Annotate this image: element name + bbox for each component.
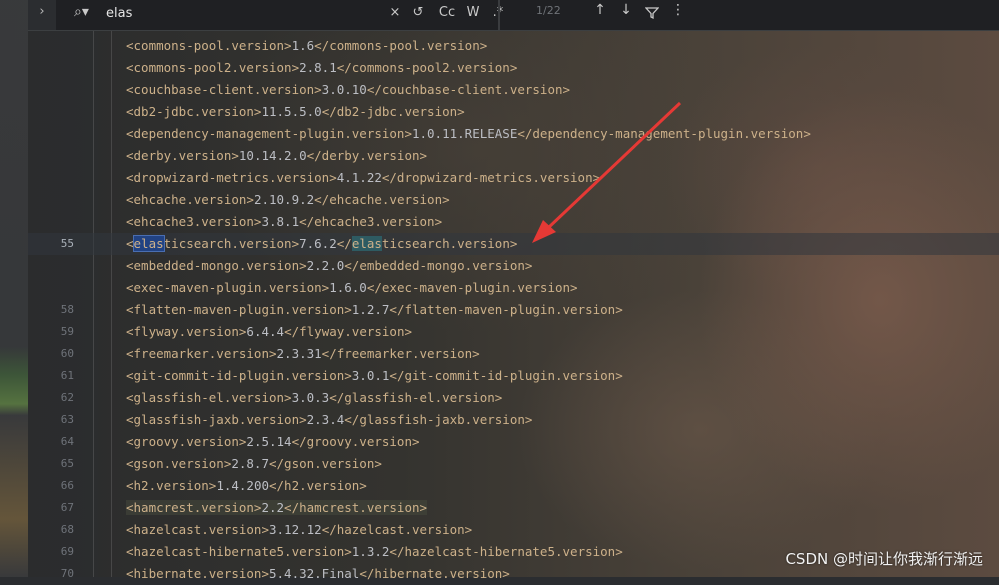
annotation-arrow-icon	[532, 101, 682, 243]
watermark: CSDN @时间让你我渐行渐远	[785, 550, 983, 568]
